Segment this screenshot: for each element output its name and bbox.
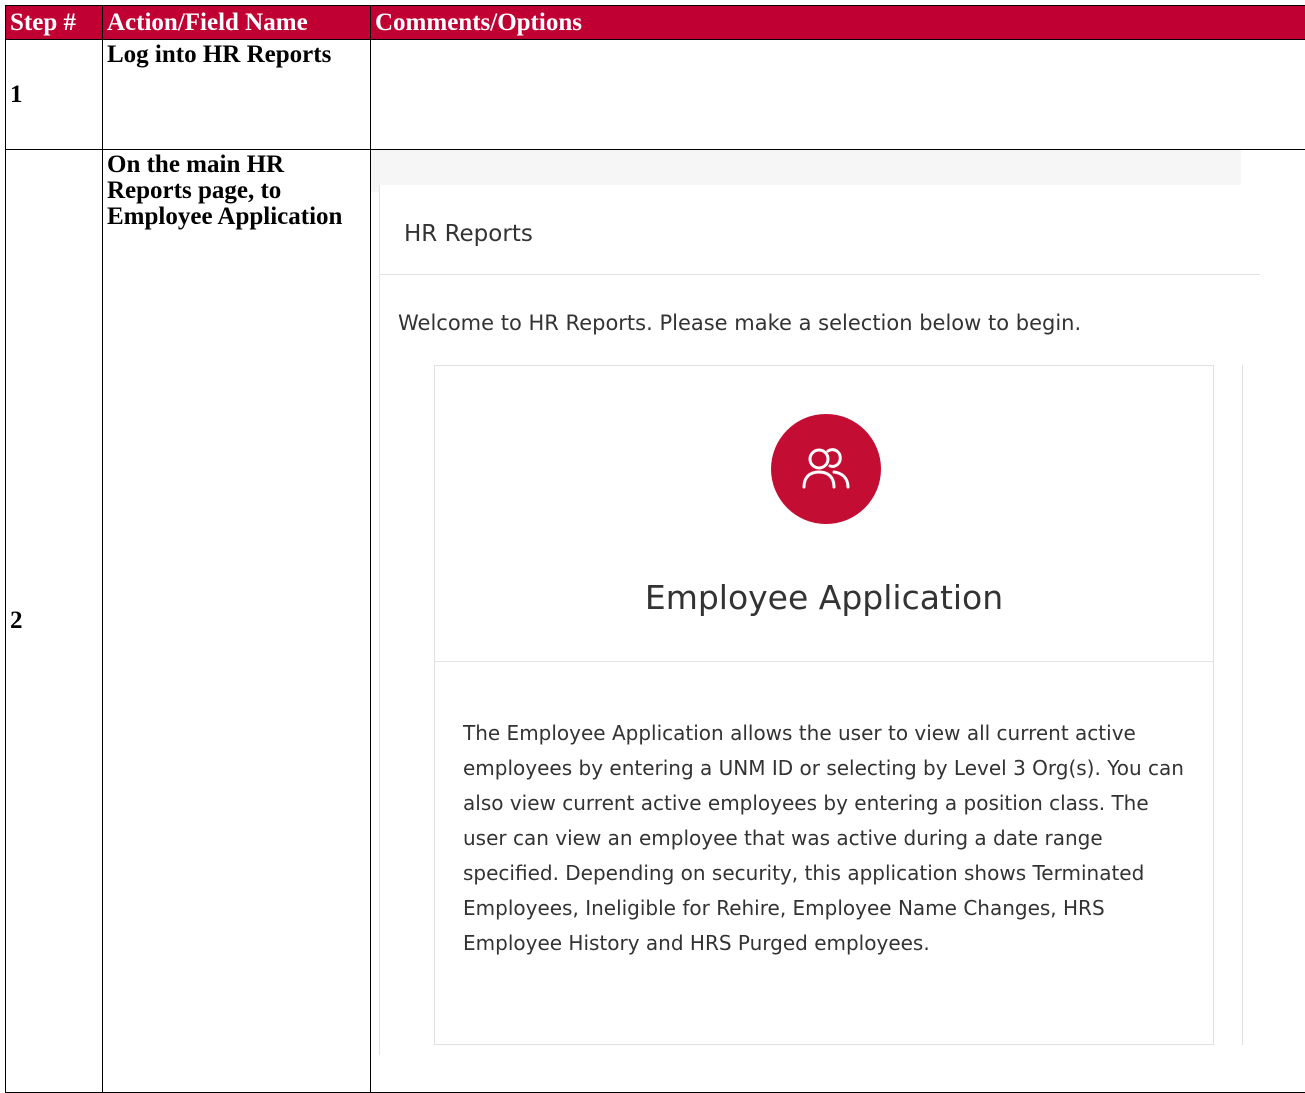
welcome-text: Welcome to HR Reports. Please make a sel… <box>398 311 1081 335</box>
header-step: Step # <box>6 6 103 40</box>
hr-reports-screenshot: HR Reports Welcome to HR Reports. Please… <box>371 150 1305 1061</box>
action-text: On the main HR Reports page, to Employee… <box>103 150 371 1093</box>
panel-header: HR Reports <box>380 185 1260 275</box>
comments-cell: HR Reports Welcome to HR Reports. Please… <box>371 150 1305 1093</box>
employee-application-card[interactable]: Employee Application The Employee Applic… <box>434 365 1214 1045</box>
next-card-edge <box>1242 365 1282 1045</box>
header-comments: Comments/Options <box>371 6 1305 40</box>
page-title: HR Reports <box>404 221 533 247</box>
card-divider <box>435 661 1213 662</box>
table-row: 1 Log into HR Reports <box>6 40 1305 150</box>
main-panel: HR Reports Welcome to HR Reports. Please… <box>379 185 1259 1055</box>
comments-cell <box>371 40 1305 150</box>
table-row: 2 On the main HR Reports page, to Employ… <box>6 150 1305 1093</box>
header-action: Action/Field Name <box>103 6 371 40</box>
action-text: Log into HR Reports <box>103 40 371 150</box>
step-number: 1 <box>6 40 103 150</box>
instructions-table: Step # Action/Field Name Comments/Option… <box>5 5 1305 1093</box>
table-header-row: Step # Action/Field Name Comments/Option… <box>6 6 1305 40</box>
step-number: 2 <box>6 150 103 1093</box>
users-icon <box>771 414 881 524</box>
card-title: Employee Application <box>435 578 1213 617</box>
card-description: The Employee Application allows the user… <box>463 716 1193 961</box>
